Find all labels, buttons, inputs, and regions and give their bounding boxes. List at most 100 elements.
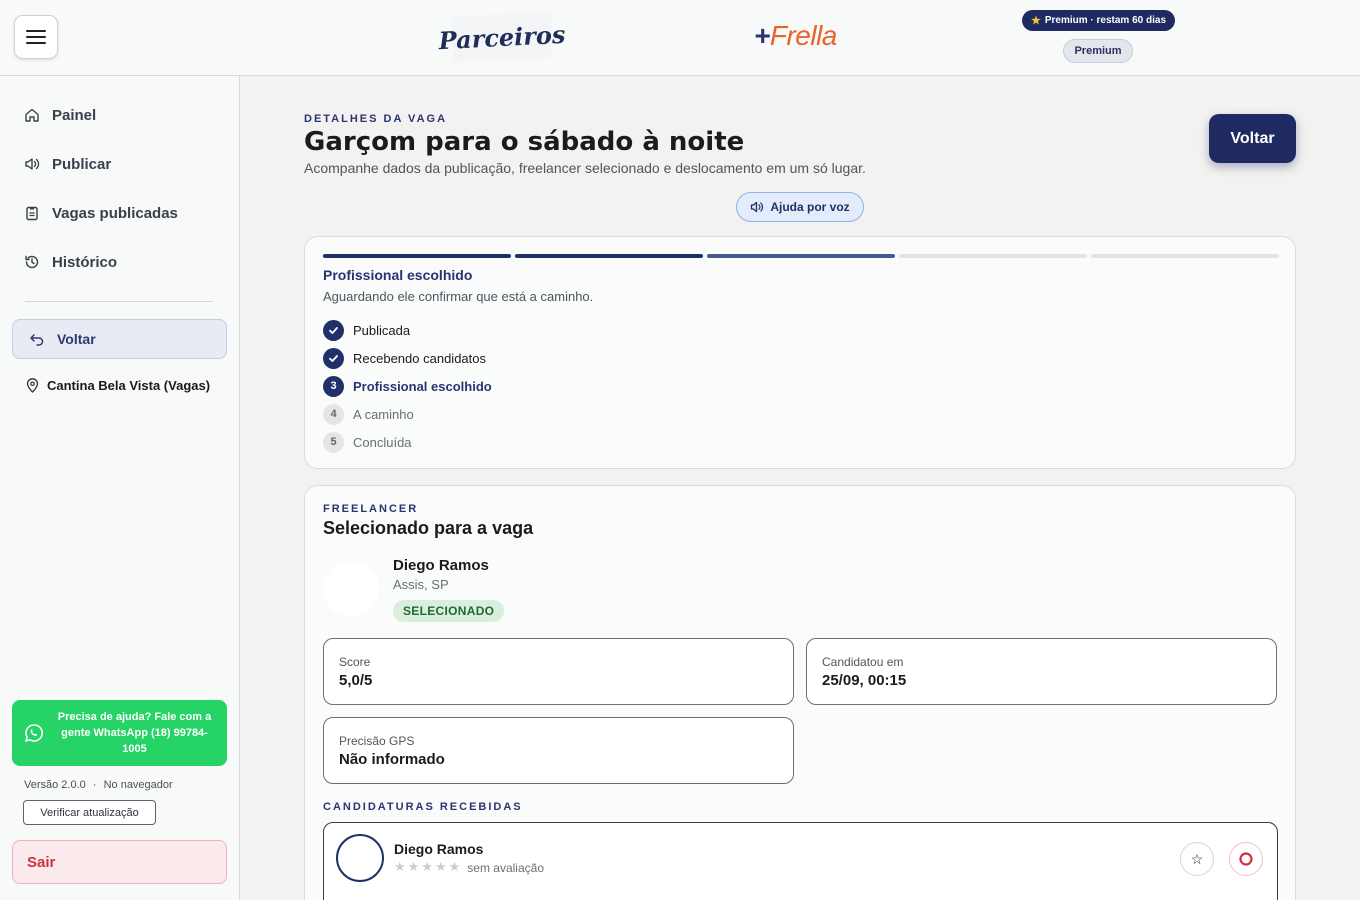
progress-segment [1091,254,1279,258]
sidebar-item-label: Painel [52,106,97,124]
establishment-label: Cantina Bela Vista (Vagas) [47,378,211,393]
frella-logo: +Frella [754,20,837,52]
sidebar-item-label: Publicar [52,155,112,173]
freelancer-eyebrow: FREELANCER [323,503,419,515]
speaker-icon [751,201,764,213]
status-step-5: 5 Concluída [323,431,412,453]
rating-label: sem avaliação [467,860,544,875]
back-button[interactable]: Voltar [1209,114,1296,163]
stat-label: Score [339,655,371,669]
applicant-avatar [336,834,384,882]
freelancer-name[interactable]: Diego Ramos [393,557,489,574]
top-bar: Parceiros +Frella ★ Premium · restam 60 … [0,0,1360,76]
sidebar-item-publicar[interactable]: Publicar [24,152,111,176]
page-subtitle: Acompanhe dados da publicação, freelance… [304,160,866,176]
establishment-name: Cantina Bela Vista (Vagas) [26,378,210,393]
sidebar-item-painel[interactable]: Painel [24,103,96,127]
freelancer-title: Selecionado para a vaga [323,518,534,538]
application-item[interactable]: Diego Ramos ★ ★ ★ ★ ★ sem avaliação ☆ [323,822,1278,900]
star-empty-icon: ★ [394,860,406,875]
app-version-separator: · [92,779,97,791]
step-label: Profissional escolhido [353,378,492,394]
stat-applied-at: Candidatou em 25/09, 00:15 [806,638,1277,705]
voice-help-button[interactable]: Ajuda por voz [736,192,864,222]
stat-value: Não informado [339,751,445,768]
page-eyebrow: DETALHES DA VAGA [304,113,448,125]
logout-button[interactable]: Sair [12,840,227,884]
premium-badge[interactable]: Premium [1063,39,1133,63]
check-icon [323,319,344,341]
frella-logo-text: Frella [769,20,838,51]
voice-help-label: Ajuda por voz [770,200,850,214]
whatsapp-icon [24,724,43,742]
sidebar-item-label: Histórico [52,253,118,271]
step-label: A caminho [353,406,414,422]
stat-label: Precisão GPS [339,734,415,748]
status-title: Profissional escolhido [323,267,473,283]
parceiros-logo: Parceiros [438,11,566,63]
hamburger-icon [26,30,46,44]
sidebar-item-label: Vagas publicadas [52,204,178,222]
star-empty-icon: ★ [434,860,447,875]
sidebar-back-button[interactable]: Voltar [12,319,227,359]
back-arrow-icon [30,334,44,346]
frella-logo-plus: + [754,20,770,51]
freelancer-avatar [323,561,379,617]
ring-icon [1239,852,1253,866]
stat-label: Candidatou em [822,655,904,669]
stat-gps-precision: Precisão GPS Não informado [323,717,794,784]
status-step-4: 4 A caminho [323,403,414,425]
applicant-rating: ★ ★ ★ ★ ★ sem avaliação [394,860,544,875]
step-number: 4 [323,403,344,425]
status-step-3: 3 Profissional escolhido [323,375,492,397]
stat-score: Score 5,0/5 [323,638,794,705]
star-outline-icon: ☆ [1190,851,1204,867]
sidebar-item-vagas-publicadas[interactable]: Vagas publicadas [24,201,178,225]
status-subtitle: Aguardando ele confirmar que está a cami… [323,289,594,304]
sidebar-item-historico[interactable]: Histórico [24,250,117,274]
app-version-mode: No navegador [103,779,173,791]
whatsapp-help-button[interactable]: Precisa de ajuda? Fale com a gente Whats… [12,700,227,766]
history-icon [25,255,39,269]
clipboard-icon [26,206,38,221]
selected-badge: SELECIONADO [393,600,505,622]
progress-segment [323,254,511,258]
app-version-number: Versão 2.0.0 [24,779,86,791]
app-version: Versão 2.0.0 · No navegador [24,779,173,791]
whatsapp-help-text: Precisa de ajuda? Fale com a gente Whats… [57,711,212,755]
status-step-2: Recebendo candidatos [323,347,486,369]
star-icon: ★ [1030,15,1041,27]
sidebar-divider [25,301,213,302]
home-icon [25,108,39,122]
premium-status-pill: ★ Premium · restam 60 dias [1022,10,1175,31]
reject-button[interactable] [1229,842,1263,876]
step-label: Publicada [353,322,411,338]
sidebar-back-label: Voltar [57,331,96,347]
megaphone-icon [25,158,40,170]
check-icon [323,347,344,369]
progress-segment [515,254,703,258]
stat-value: 5,0/5 [339,672,373,689]
location-pin-icon [26,378,39,393]
star-empty-icon: ★ [421,860,433,875]
check-update-button[interactable]: Verificar atualização [23,800,156,825]
freelancer-city: Assis, SP [393,577,449,592]
applicant-name: Diego Ramos [394,841,484,857]
progress-segment [707,254,895,258]
star-empty-icon: ★ [407,860,420,875]
favorite-button[interactable]: ☆ [1180,842,1214,876]
step-label: Concluída [353,434,412,450]
step-number: 5 [323,431,344,453]
progress-segment [899,254,1087,258]
freelancer-card: FREELANCER Selecionado para a vaga Diego… [304,485,1296,900]
page-title: Garçom para o sábado à noite [304,127,745,157]
step-number: 3 [323,375,344,397]
premium-status-text: Premium · restam 60 dias [1044,15,1167,26]
job-status-card: Profissional escolhido Aguardando ele co… [304,236,1296,469]
star-empty-icon: ★ [448,860,461,875]
stat-value: 25/09, 00:15 [822,672,907,689]
step-label: Recebendo candidatos [353,350,486,366]
menu-button[interactable] [14,15,58,59]
sidebar: Painel Publicar Vagas publicadas Históri… [0,76,240,900]
applications-eyebrow: CANDIDATURAS RECEBIDAS [323,801,523,813]
